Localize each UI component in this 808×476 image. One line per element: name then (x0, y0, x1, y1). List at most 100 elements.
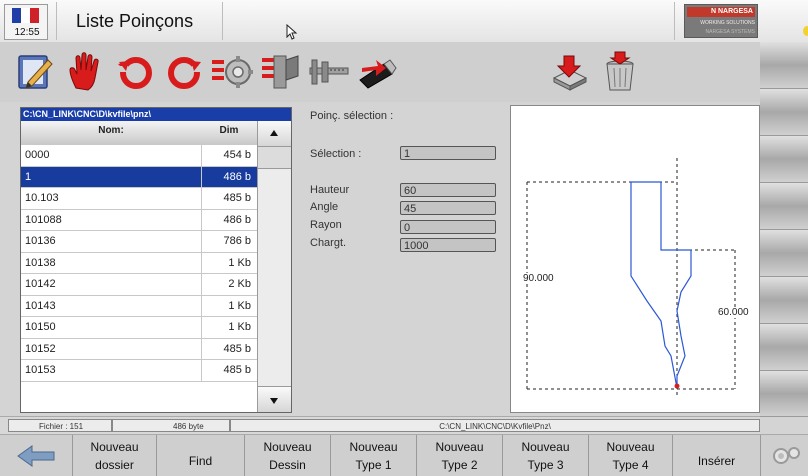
stop-hand-icon[interactable] (64, 50, 108, 94)
rayon-label: Rayon (310, 219, 342, 231)
list-item[interactable]: 10142 2 Kb (21, 274, 257, 296)
item-size: 486 b (223, 170, 251, 183)
scroll-down-button[interactable] (258, 386, 291, 412)
nargesa-logo: N NARGESA WORKING SOLUTIONS NARGESA SYST… (684, 4, 758, 38)
side-button[interactable] (760, 371, 808, 417)
button-label: Dessin (269, 457, 306, 472)
options-button[interactable] (760, 435, 808, 476)
gears-icon (772, 446, 800, 464)
button-label: Insérer (697, 453, 736, 468)
trash-icon[interactable] (598, 50, 642, 94)
side-button[interactable] (760, 136, 808, 183)
insert-button[interactable]: Insérer (672, 435, 760, 476)
punch-list-panel: C:\CN_LINK\CNC\D\kvfile\pnz\ Nom: Dim 00… (20, 107, 292, 413)
download-disk-icon[interactable] (548, 50, 592, 94)
list-item[interactable]: 10152 485 b (21, 338, 257, 360)
file-count: Fichier : 151 (8, 419, 112, 432)
button-label: Find (188, 453, 213, 468)
height-dimension: 60.000 (718, 307, 749, 318)
list-header: Nom: Dim (21, 121, 257, 145)
list-item[interactable]: 10143 1 Kb (21, 295, 257, 317)
rotate-right-icon[interactable] (162, 50, 206, 94)
selection-field[interactable]: 1 (400, 146, 496, 160)
list-item[interactable]: 10153 485 b (21, 360, 257, 382)
item-name: 1 (25, 170, 32, 183)
logo-tagline: WORKING SOLUTIONS (700, 20, 755, 26)
side-button[interactable] (760, 42, 808, 89)
back-button[interactable] (0, 435, 72, 476)
list-item-selected[interactable]: 1 486 b (21, 166, 257, 188)
item-name: 10153 (25, 364, 56, 376)
new-drawing-button[interactable]: Nouveau Dessin (244, 435, 330, 476)
header-divider (56, 2, 57, 40)
item-size: 454 b (223, 149, 251, 161)
item-name: 101088 (25, 213, 62, 226)
side-button[interactable] (760, 183, 808, 230)
new-type2-button[interactable]: Nouveau Type 2 (416, 435, 502, 476)
arrow-down-icon (270, 398, 278, 404)
rotate-left-icon[interactable] (114, 50, 158, 94)
chargt-field[interactable]: 1000 (400, 238, 496, 252)
mouse-cursor-icon (286, 24, 298, 40)
flag-icon (12, 8, 39, 23)
side-button[interactable] (760, 277, 808, 324)
list-path: C:\CN_LINK\CNC\D\kvfile\pnz\ (21, 108, 291, 121)
new-type1-button[interactable]: Nouveau Type 1 (330, 435, 416, 476)
status-bar: Fichier : 151 486 byte C:\CN_LINK\CNC\D\… (0, 416, 760, 435)
list-item[interactable]: 10.103 485 b (21, 188, 257, 210)
button-label: Nouveau (90, 439, 139, 454)
item-name: 0000 (25, 149, 50, 161)
item-size: 1 Kb (228, 299, 251, 312)
selection-label: Sélection : (310, 148, 362, 160)
indicator-light-icon (803, 26, 808, 36)
arrow-up-icon (270, 130, 278, 136)
item-size: 486 b (223, 213, 251, 226)
hauteur-field[interactable]: 60 (400, 183, 496, 197)
new-folder-button[interactable]: Nouveau dossier (72, 435, 156, 476)
scroll-thumb[interactable] (258, 147, 291, 169)
column-header-dim[interactable]: Dim (201, 125, 257, 136)
angle-field[interactable]: 45 (400, 201, 496, 215)
tool-icon[interactable] (258, 50, 302, 94)
list-item[interactable]: 0000 454 b (21, 145, 257, 167)
toolbar (0, 42, 760, 102)
button-label: Type 1 (355, 457, 392, 472)
list-item[interactable]: 10138 1 Kb (21, 252, 257, 274)
button-label: dossier (95, 457, 134, 472)
side-button[interactable] (760, 230, 808, 277)
item-name: 10150 (25, 321, 56, 333)
usb-drive-icon[interactable] (354, 50, 398, 94)
button-label: Nouveau (606, 439, 655, 454)
section-title: Poinç. sélection : (310, 110, 394, 122)
side-button[interactable] (760, 89, 808, 136)
punch-drawing: 90.000 60.000 (510, 105, 760, 413)
scroll-up-button[interactable] (258, 121, 291, 147)
language-selector[interactable]: 12:55 (4, 4, 48, 40)
list-scrollbar[interactable] (257, 121, 291, 412)
item-name: 10136 (25, 235, 56, 247)
new-type3-button[interactable]: Nouveau Type 3 (502, 435, 588, 476)
caliper-icon[interactable] (306, 50, 350, 94)
item-size: 1 Kb (228, 321, 251, 333)
side-button[interactable] (760, 324, 808, 371)
page-title: Liste Poinçons (76, 11, 194, 31)
list-item[interactable]: 101088 486 b (21, 209, 257, 231)
edit-icon[interactable] (14, 50, 58, 94)
file-size: 486 byte (112, 419, 230, 432)
settings-icon[interactable] (210, 50, 254, 94)
button-label: Type 3 (527, 457, 564, 472)
list-item[interactable]: 10150 1 Kb (21, 317, 257, 339)
rayon-field[interactable]: 0 (400, 220, 496, 234)
list-item[interactable]: 10136 786 b (21, 231, 257, 253)
angle-label: Angle (310, 201, 339, 213)
new-type4-button[interactable]: Nouveau Type 4 (588, 435, 672, 476)
item-size: 485 b (223, 364, 251, 376)
button-label: Nouveau (521, 439, 570, 454)
item-size: 485 b (223, 192, 251, 204)
hauteur-label: Hauteur (310, 184, 350, 196)
button-label: Type 4 (612, 457, 649, 472)
column-header-nom[interactable]: Nom: (21, 125, 201, 136)
item-name: 10.103 (25, 192, 59, 204)
width-dimension: 90.000 (523, 273, 554, 284)
find-button[interactable]: Find (156, 435, 244, 476)
